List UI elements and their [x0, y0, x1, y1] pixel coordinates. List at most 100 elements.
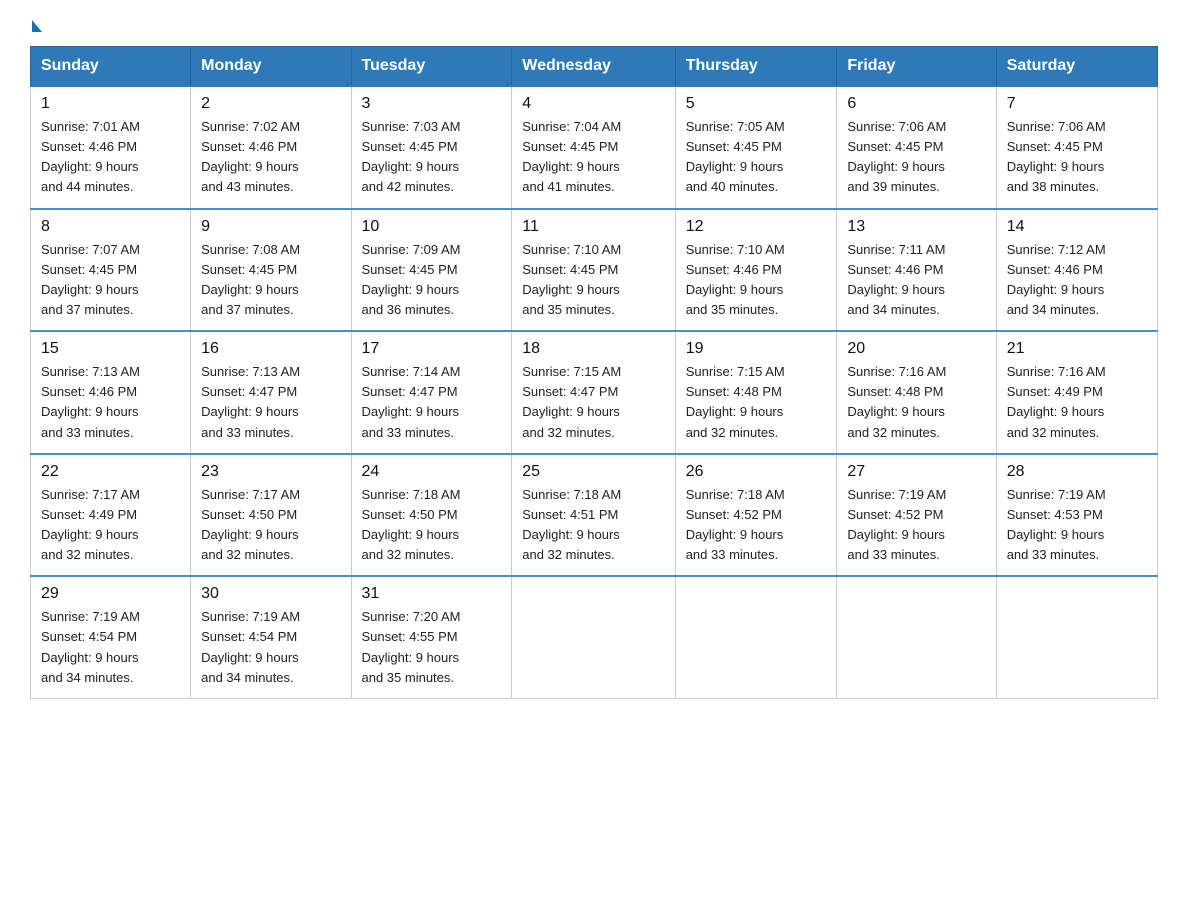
calendar-week-row: 8 Sunrise: 7:07 AMSunset: 4:45 PMDayligh…: [31, 209, 1158, 332]
day-number: 1: [41, 95, 180, 113]
calendar-week-row: 15 Sunrise: 7:13 AMSunset: 4:46 PMDaylig…: [31, 331, 1158, 454]
day-number: 30: [201, 585, 340, 603]
day-info: Sunrise: 7:18 AMSunset: 4:52 PMDaylight:…: [686, 487, 785, 562]
day-info: Sunrise: 7:18 AMSunset: 4:51 PMDaylight:…: [522, 487, 621, 562]
day-info: Sunrise: 7:06 AMSunset: 4:45 PMDaylight:…: [847, 119, 946, 194]
calendar-cell: 16 Sunrise: 7:13 AMSunset: 4:47 PMDaylig…: [191, 331, 351, 454]
weekday-header-friday: Friday: [837, 47, 996, 87]
day-number: 2: [201, 95, 340, 113]
calendar-cell: 1 Sunrise: 7:01 AMSunset: 4:46 PMDayligh…: [31, 86, 191, 209]
logo-arrow-icon: [32, 20, 42, 32]
calendar-cell: 15 Sunrise: 7:13 AMSunset: 4:46 PMDaylig…: [31, 331, 191, 454]
calendar-cell: 25 Sunrise: 7:18 AMSunset: 4:51 PMDaylig…: [512, 454, 675, 577]
day-info: Sunrise: 7:08 AMSunset: 4:45 PMDaylight:…: [201, 242, 300, 317]
day-info: Sunrise: 7:15 AMSunset: 4:48 PMDaylight:…: [686, 364, 785, 439]
day-number: 25: [522, 463, 664, 481]
day-info: Sunrise: 7:13 AMSunset: 4:47 PMDaylight:…: [201, 364, 300, 439]
calendar-cell: 29 Sunrise: 7:19 AMSunset: 4:54 PMDaylig…: [31, 576, 191, 698]
day-number: 20: [847, 340, 985, 358]
calendar-cell: 6 Sunrise: 7:06 AMSunset: 4:45 PMDayligh…: [837, 86, 996, 209]
day-number: 15: [41, 340, 180, 358]
day-number: 9: [201, 218, 340, 236]
day-number: 24: [362, 463, 502, 481]
calendar-cell: 20 Sunrise: 7:16 AMSunset: 4:48 PMDaylig…: [837, 331, 996, 454]
day-number: 13: [847, 218, 985, 236]
calendar-cell: 2 Sunrise: 7:02 AMSunset: 4:46 PMDayligh…: [191, 86, 351, 209]
calendar-week-row: 29 Sunrise: 7:19 AMSunset: 4:54 PMDaylig…: [31, 576, 1158, 698]
calendar-week-row: 1 Sunrise: 7:01 AMSunset: 4:46 PMDayligh…: [31, 86, 1158, 209]
day-number: 16: [201, 340, 340, 358]
calendar-cell: 28 Sunrise: 7:19 AMSunset: 4:53 PMDaylig…: [996, 454, 1157, 577]
calendar-cell: [512, 576, 675, 698]
day-info: Sunrise: 7:07 AMSunset: 4:45 PMDaylight:…: [41, 242, 140, 317]
calendar-cell: 22 Sunrise: 7:17 AMSunset: 4:49 PMDaylig…: [31, 454, 191, 577]
day-number: 12: [686, 218, 827, 236]
day-info: Sunrise: 7:12 AMSunset: 4:46 PMDaylight:…: [1007, 242, 1106, 317]
calendar-cell: 10 Sunrise: 7:09 AMSunset: 4:45 PMDaylig…: [351, 209, 512, 332]
calendar-cell: 9 Sunrise: 7:08 AMSunset: 4:45 PMDayligh…: [191, 209, 351, 332]
day-number: 29: [41, 585, 180, 603]
calendar-cell: 7 Sunrise: 7:06 AMSunset: 4:45 PMDayligh…: [996, 86, 1157, 209]
calendar-cell: 19 Sunrise: 7:15 AMSunset: 4:48 PMDaylig…: [675, 331, 837, 454]
day-info: Sunrise: 7:16 AMSunset: 4:49 PMDaylight:…: [1007, 364, 1106, 439]
calendar-cell: 14 Sunrise: 7:12 AMSunset: 4:46 PMDaylig…: [996, 209, 1157, 332]
calendar-cell: 24 Sunrise: 7:18 AMSunset: 4:50 PMDaylig…: [351, 454, 512, 577]
calendar-cell: 26 Sunrise: 7:18 AMSunset: 4:52 PMDaylig…: [675, 454, 837, 577]
day-number: 28: [1007, 463, 1147, 481]
calendar-cell: 18 Sunrise: 7:15 AMSunset: 4:47 PMDaylig…: [512, 331, 675, 454]
day-info: Sunrise: 7:16 AMSunset: 4:48 PMDaylight:…: [847, 364, 946, 439]
day-number: 4: [522, 95, 664, 113]
day-info: Sunrise: 7:06 AMSunset: 4:45 PMDaylight:…: [1007, 119, 1106, 194]
calendar-cell: 11 Sunrise: 7:10 AMSunset: 4:45 PMDaylig…: [512, 209, 675, 332]
day-number: 8: [41, 218, 180, 236]
calendar-cell: 27 Sunrise: 7:19 AMSunset: 4:52 PMDaylig…: [837, 454, 996, 577]
day-number: 23: [201, 463, 340, 481]
day-info: Sunrise: 7:09 AMSunset: 4:45 PMDaylight:…: [362, 242, 461, 317]
day-info: Sunrise: 7:20 AMSunset: 4:55 PMDaylight:…: [362, 609, 461, 684]
day-number: 17: [362, 340, 502, 358]
day-info: Sunrise: 7:10 AMSunset: 4:45 PMDaylight:…: [522, 242, 621, 317]
weekday-header-wednesday: Wednesday: [512, 47, 675, 87]
weekday-header-monday: Monday: [191, 47, 351, 87]
calendar-cell: 4 Sunrise: 7:04 AMSunset: 4:45 PMDayligh…: [512, 86, 675, 209]
calendar-cell: [675, 576, 837, 698]
calendar-cell: 21 Sunrise: 7:16 AMSunset: 4:49 PMDaylig…: [996, 331, 1157, 454]
day-number: 5: [686, 95, 827, 113]
day-number: 26: [686, 463, 827, 481]
calendar-cell: 23 Sunrise: 7:17 AMSunset: 4:50 PMDaylig…: [191, 454, 351, 577]
day-number: 19: [686, 340, 827, 358]
calendar-cell: 12 Sunrise: 7:10 AMSunset: 4:46 PMDaylig…: [675, 209, 837, 332]
calendar-cell: [996, 576, 1157, 698]
day-info: Sunrise: 7:05 AMSunset: 4:45 PMDaylight:…: [686, 119, 785, 194]
logo: [30, 20, 44, 28]
weekday-header-tuesday: Tuesday: [351, 47, 512, 87]
day-info: Sunrise: 7:17 AMSunset: 4:50 PMDaylight:…: [201, 487, 300, 562]
day-number: 10: [362, 218, 502, 236]
day-number: 21: [1007, 340, 1147, 358]
day-number: 11: [522, 218, 664, 236]
calendar-week-row: 22 Sunrise: 7:17 AMSunset: 4:49 PMDaylig…: [31, 454, 1158, 577]
day-info: Sunrise: 7:14 AMSunset: 4:47 PMDaylight:…: [362, 364, 461, 439]
logo-text: [30, 20, 44, 32]
day-info: Sunrise: 7:19 AMSunset: 4:52 PMDaylight:…: [847, 487, 946, 562]
day-info: Sunrise: 7:03 AMSunset: 4:45 PMDaylight:…: [362, 119, 461, 194]
day-info: Sunrise: 7:15 AMSunset: 4:47 PMDaylight:…: [522, 364, 621, 439]
day-info: Sunrise: 7:01 AMSunset: 4:46 PMDaylight:…: [41, 119, 140, 194]
day-number: 27: [847, 463, 985, 481]
day-info: Sunrise: 7:02 AMSunset: 4:46 PMDaylight:…: [201, 119, 300, 194]
day-number: 31: [362, 585, 502, 603]
weekday-header-saturday: Saturday: [996, 47, 1157, 87]
calendar-cell: 31 Sunrise: 7:20 AMSunset: 4:55 PMDaylig…: [351, 576, 512, 698]
weekday-header-thursday: Thursday: [675, 47, 837, 87]
day-number: 14: [1007, 218, 1147, 236]
day-number: 18: [522, 340, 664, 358]
day-info: Sunrise: 7:04 AMSunset: 4:45 PMDaylight:…: [522, 119, 621, 194]
weekday-header-row: SundayMondayTuesdayWednesdayThursdayFrid…: [31, 47, 1158, 87]
calendar-cell: 30 Sunrise: 7:19 AMSunset: 4:54 PMDaylig…: [191, 576, 351, 698]
day-info: Sunrise: 7:17 AMSunset: 4:49 PMDaylight:…: [41, 487, 140, 562]
day-info: Sunrise: 7:10 AMSunset: 4:46 PMDaylight:…: [686, 242, 785, 317]
day-info: Sunrise: 7:19 AMSunset: 4:54 PMDaylight:…: [201, 609, 300, 684]
calendar-cell: [837, 576, 996, 698]
calendar-table: SundayMondayTuesdayWednesdayThursdayFrid…: [30, 46, 1158, 699]
day-number: 7: [1007, 95, 1147, 113]
